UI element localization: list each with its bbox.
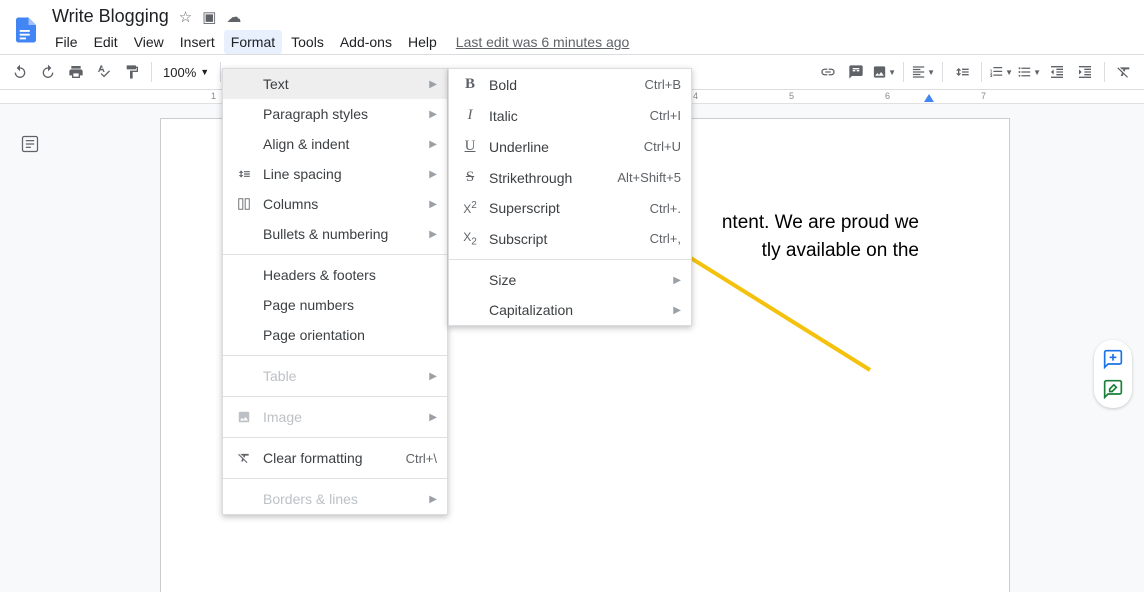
- format-item-bullets-numbering[interactable]: Bullets & numbering▶: [223, 219, 447, 249]
- align-button[interactable]: ▼: [911, 60, 935, 84]
- body-text-line1: ntent. We are proud we: [722, 212, 919, 233]
- zoom-select[interactable]: 100% ▼: [159, 65, 213, 80]
- menu-format[interactable]: Format: [224, 30, 282, 54]
- decrease-indent-button[interactable]: [1045, 60, 1069, 84]
- bulleted-list-button[interactable]: ▼: [1017, 60, 1041, 84]
- text-item-subscript[interactable]: X2SubscriptCtrl+,: [449, 223, 691, 254]
- text-item-capitalization[interactable]: Capitalization▶: [449, 295, 691, 325]
- menu-bar: File Edit View Insert Format Tools Add-o…: [44, 27, 1136, 54]
- text-item-strikethrough[interactable]: SStrikethroughAlt+Shift+5: [449, 162, 691, 193]
- menu-view[interactable]: View: [127, 30, 171, 54]
- docs-logo-icon[interactable]: [8, 6, 44, 54]
- text-item-bold[interactable]: BBoldCtrl+B: [449, 69, 691, 100]
- outline-toggle-icon[interactable]: [14, 128, 46, 160]
- text-item-italic[interactable]: IItalicCtrl+I: [449, 100, 691, 131]
- format-item-columns[interactable]: Columns▶: [223, 189, 447, 219]
- star-icon[interactable]: ☆: [179, 8, 192, 26]
- menu-addons[interactable]: Add-ons: [333, 30, 399, 54]
- spellcheck-button[interactable]: [92, 60, 116, 84]
- undo-button[interactable]: [8, 60, 32, 84]
- menu-tools[interactable]: Tools: [284, 30, 331, 54]
- move-icon[interactable]: ▣: [202, 8, 216, 26]
- format-item-clear-formatting[interactable]: Clear formattingCtrl+\: [223, 443, 447, 473]
- increase-indent-button[interactable]: [1073, 60, 1097, 84]
- document-title[interactable]: Write Blogging: [52, 6, 169, 27]
- text-item-superscript[interactable]: X2SuperscriptCtrl+.: [449, 193, 691, 223]
- clear-formatting-button[interactable]: [1112, 60, 1136, 84]
- cloud-status-icon[interactable]: ☁: [226, 8, 241, 26]
- text-item-size[interactable]: Size▶: [449, 265, 691, 295]
- format-item-text[interactable]: Text▶: [223, 69, 447, 99]
- format-item-headers-footers[interactable]: Headers & footers: [223, 260, 447, 290]
- format-item-image: Image▶: [223, 402, 447, 432]
- link-button[interactable]: [816, 60, 840, 84]
- format-item-page-orientation[interactable]: Page orientation: [223, 320, 447, 350]
- linespacing-button[interactable]: [950, 60, 974, 84]
- menu-edit[interactable]: Edit: [87, 30, 125, 54]
- format-item-table: Table▶: [223, 361, 447, 391]
- suggest-edits-side-button[interactable]: [1100, 376, 1126, 402]
- format-item-page-numbers[interactable]: Page numbers: [223, 290, 447, 320]
- menu-file[interactable]: File: [48, 30, 85, 54]
- text-submenu-dropdown: BBoldCtrl+BIItalicCtrl+IUUnderlineCtrl+U…: [448, 68, 692, 326]
- image-button[interactable]: ▼: [872, 60, 896, 84]
- format-item-borders-lines: Borders & lines▶: [223, 484, 447, 514]
- redo-button[interactable]: [36, 60, 60, 84]
- menu-help[interactable]: Help: [401, 30, 444, 54]
- last-edit-link[interactable]: Last edit was 6 minutes ago: [446, 30, 640, 54]
- comment-button[interactable]: [844, 60, 868, 84]
- format-menu-dropdown: Text▶Paragraph styles▶Align & indent▶Lin…: [222, 68, 448, 515]
- format-item-paragraph-styles[interactable]: Paragraph styles▶: [223, 99, 447, 129]
- menu-insert[interactable]: Insert: [173, 30, 222, 54]
- print-button[interactable]: [64, 60, 88, 84]
- paint-format-button[interactable]: [120, 60, 144, 84]
- text-item-underline[interactable]: UUnderlineCtrl+U: [449, 131, 691, 162]
- add-comment-side-button[interactable]: [1100, 346, 1126, 372]
- numbered-list-button[interactable]: ▼: [989, 60, 1013, 84]
- body-text-line2: tly available on the: [762, 240, 919, 261]
- format-item-line-spacing[interactable]: Line spacing▶: [223, 159, 447, 189]
- format-item-align-indent[interactable]: Align & indent▶: [223, 129, 447, 159]
